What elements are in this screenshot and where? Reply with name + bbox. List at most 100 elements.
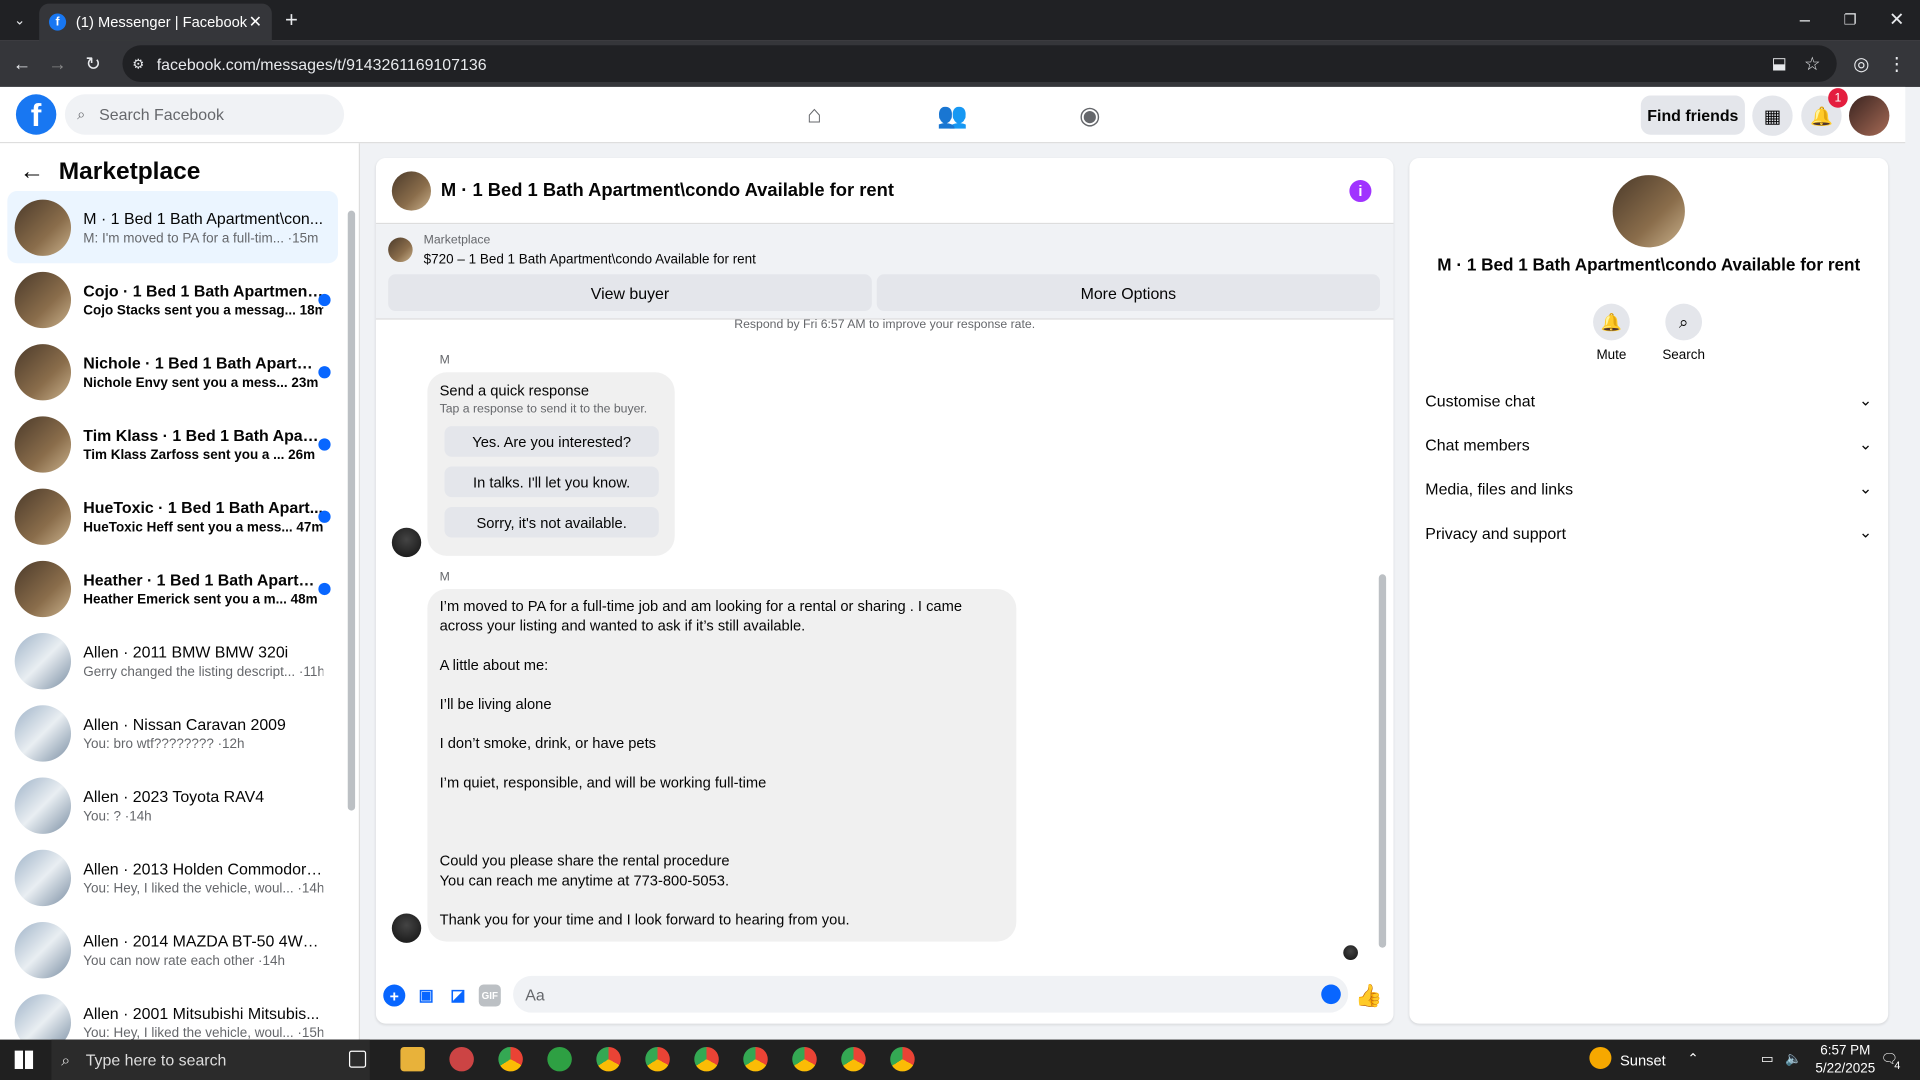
conversation-item[interactable]: Tim Klass · 1 Bed 1 Bath Apart... Tim Kla… [7, 408, 338, 480]
profile-icon[interactable]: ◎ [1849, 51, 1873, 75]
view-buyer-button[interactable]: View buyer [388, 274, 872, 312]
reload-icon[interactable]: ↻ [81, 51, 105, 75]
listing-title[interactable]: $720 – 1 Bed 1 Bath Apartment\condo Avai… [424, 252, 756, 267]
conversation-item[interactable]: Cojo · 1 Bed 1 Bath Apartment\... Cojo St… [7, 263, 338, 335]
conversation-item[interactable]: Allen · 2011 BMW BMW 320i Gerry changed t… [7, 624, 338, 696]
sidebar-scrollbar[interactable] [347, 210, 356, 811]
menu-grid-icon[interactable]: ▦ [1752, 95, 1793, 136]
like-thumb-icon[interactable]: 👍 [1355, 983, 1382, 1007]
groups-icon[interactable]: ◉ [1065, 97, 1114, 134]
find-friends-button[interactable]: Find friends [1640, 95, 1745, 135]
account-avatar[interactable] [1848, 95, 1890, 136]
browser-tab[interactable]: f (1) Messenger | Facebook ✕ [39, 3, 272, 41]
search-action[interactable]: ⌕ Search [1653, 303, 1714, 362]
conversation-title: Nichole · 1 Bed 1 Bath Apartm... [83, 353, 324, 372]
unread-dot [318, 510, 331, 523]
back-icon[interactable]: ← [10, 51, 34, 75]
chrome-icon[interactable] [596, 1046, 621, 1072]
chrome-icon[interactable] [841, 1046, 866, 1072]
conversation-title: Allen · 2013 Holden Commodore... [83, 858, 324, 878]
chrome-icon[interactable] [890, 1046, 915, 1072]
details-avatar[interactable] [1612, 175, 1685, 248]
home-icon[interactable]: ⌂ [790, 97, 839, 134]
conversation-item[interactable]: Allen · 2023 Toyota RAV4 You: ? ·14h [7, 769, 338, 841]
quick-response-option[interactable]: In talks. I'll let you know. [444, 466, 659, 498]
forward-icon[interactable]: → [45, 51, 69, 75]
facebook-logo-icon[interactable]: f [15, 94, 57, 135]
quick-response-option[interactable]: Sorry, it's not available. [444, 506, 659, 538]
app-icon[interactable] [547, 1046, 572, 1072]
message-line [440, 675, 1004, 695]
info-icon[interactable]: i [1349, 180, 1372, 203]
message-input[interactable]: Aa [513, 975, 1349, 1013]
sender-avatar[interactable] [391, 527, 422, 558]
add-attachment-icon[interactable]: + [383, 984, 406, 1007]
bookmark-star-icon[interactable]: ☆ [1800, 51, 1824, 75]
site-info-icon[interactable]: ⚙ [132, 56, 144, 72]
conversation-item[interactable]: Allen · Nissan Caravan 2009 You: bro wtf?… [7, 697, 338, 769]
conversation-item[interactable]: Allen · 2001 Mitsubishi Mitsubis... You: … [7, 986, 338, 1040]
section-media-files-links[interactable]: Media, files and links ⌄ [1425, 470, 1872, 507]
chrome-icon[interactable] [645, 1046, 670, 1072]
tray-chevron-icon[interactable]: ⌃ [1687, 1051, 1698, 1067]
quick-response-option[interactable]: Yes. Are you interested? [444, 426, 659, 457]
seen-indicator-avatar [1343, 945, 1358, 961]
weather-sun-icon[interactable] [1589, 1046, 1612, 1069]
tab-search-icon[interactable]: ⌄ [7, 7, 31, 31]
notifications-bell-icon[interactable]: 🔔 1 [1801, 88, 1848, 136]
conversation-item[interactable]: Allen · 2013 Holden Commodore... You: Hey… [7, 841, 338, 913]
tab-title: (1) Messenger | Facebook [75, 13, 248, 31]
listing-thumbnail[interactable] [388, 237, 413, 263]
restore-icon[interactable]: ❐ [1838, 7, 1862, 31]
chat-scrollbar[interactable] [1378, 574, 1387, 948]
conversation-item[interactable]: Nichole · 1 Bed 1 Bath Apartm... Nichole … [7, 336, 338, 408]
app-icon[interactable] [449, 1046, 474, 1072]
weather-label[interactable]: Sunset [1620, 1052, 1666, 1069]
photo-icon[interactable]: ▣ [415, 984, 437, 1006]
taskbar-search-input[interactable]: ⌕ Type here to search [51, 1039, 370, 1080]
conversation-item[interactable]: Allen · 2014 MAZDA BT-50 4WD... You can n… [7, 913, 338, 985]
section-customise-chat[interactable]: Customise chat ⌄ [1425, 382, 1872, 419]
address-bar[interactable]: ⚙ facebook.com/messages/t/91432611691071… [122, 45, 1837, 83]
notification-badge: 1 [1828, 88, 1848, 108]
section-privacy-support[interactable]: Privacy and support ⌄ [1425, 514, 1872, 551]
conversation-item[interactable]: Heather · 1 Bed 1 Bath Apartm... Heather … [7, 552, 338, 624]
chrome-icon[interactable] [694, 1046, 719, 1072]
close-window-icon[interactable]: ✕ [1884, 7, 1908, 31]
file-explorer-icon[interactable] [400, 1046, 425, 1072]
windows-start-icon[interactable] [14, 1050, 34, 1069]
conversation-preview: You: Hey, I liked the vehicle, woul... ·… [83, 881, 324, 896]
conversation-item[interactable]: M · 1 Bed 1 Bath Apartment\con... M: I'm … [7, 191, 338, 264]
facebook-search-input[interactable]: ⌕ Search Facebook [64, 94, 345, 135]
friends-icon[interactable]: 👥 [928, 97, 977, 134]
conversation-title: Tim Klass · 1 Bed 1 Bath Apart... [83, 425, 324, 444]
chevron-down-icon: ⌄ [1858, 522, 1873, 542]
network-icon[interactable]: ▭ [1761, 1051, 1774, 1067]
sticker-icon[interactable]: ◪ [447, 984, 469, 1006]
volume-icon[interactable]: 🔈 [1785, 1051, 1802, 1067]
chrome-icon[interactable] [743, 1046, 768, 1072]
clock-time[interactable]: 6:57 PM [1815, 1043, 1876, 1058]
gif-icon[interactable]: GIF [478, 984, 501, 1007]
install-app-icon[interactable]: ⬓ [1767, 51, 1791, 75]
back-arrow-icon[interactable]: ← [20, 158, 44, 186]
clock-date[interactable]: 5/22/2025 [1810, 1062, 1881, 1077]
conversation-item[interactable]: HueToxic · 1 Bed 1 Bath Apart... HueToxic… [7, 480, 338, 552]
section-chat-members[interactable]: Chat members ⌄ [1425, 426, 1872, 463]
chrome-icon[interactable] [792, 1046, 817, 1072]
chat-title[interactable]: M · 1 Bed 1 Bath Apartment\condo Availab… [441, 180, 894, 201]
emoji-icon[interactable] [1321, 984, 1341, 1005]
more-options-button[interactable]: More Options [876, 274, 1381, 312]
chrome-icon[interactable] [498, 1046, 523, 1072]
minimize-icon[interactable]: – [1793, 7, 1817, 31]
sender-avatar[interactable] [391, 913, 422, 943]
new-tab-icon[interactable]: + [279, 7, 303, 31]
message-line: You can reach me anytime at 773-800-5053… [439, 871, 730, 889]
marketplace-label: Marketplace [423, 233, 491, 248]
menu-dots-icon[interactable]: ⋮ [1884, 51, 1908, 75]
chat-avatar[interactable] [391, 170, 432, 211]
mute-action[interactable]: 🔔 Mute [1581, 303, 1642, 362]
task-view-icon[interactable] [348, 1050, 367, 1068]
unread-dot [318, 293, 331, 307]
close-tab-icon[interactable]: ✕ [249, 12, 262, 32]
